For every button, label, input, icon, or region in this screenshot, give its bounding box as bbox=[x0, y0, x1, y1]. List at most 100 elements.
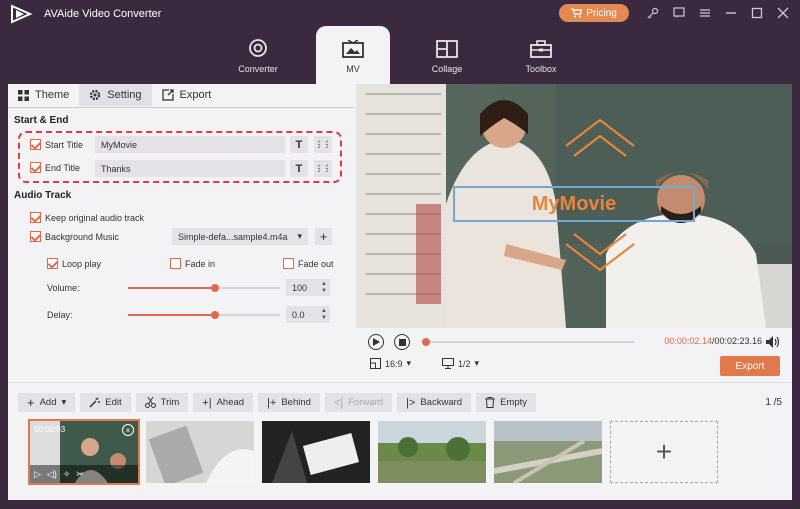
background-music-checkbox[interactable] bbox=[30, 231, 41, 242]
ahead-button[interactable]: +| Ahead bbox=[193, 393, 254, 412]
delay-label: Delay: bbox=[47, 310, 73, 320]
theme-icon bbox=[18, 89, 29, 101]
start-end-heading: Start & End bbox=[14, 115, 69, 126]
start-title-checkbox[interactable] bbox=[30, 139, 41, 150]
fade-out-row: Fade out bbox=[283, 258, 334, 269]
clip-thumbnail[interactable]: 00:00:03 × ▷ ◁) ✧ ✂ bbox=[28, 419, 140, 485]
feedback-icon[interactable] bbox=[670, 4, 688, 22]
start-title-row: Start Title bbox=[30, 139, 83, 150]
pricing-button[interactable]: Pricing bbox=[559, 4, 629, 22]
export-icon bbox=[161, 89, 174, 101]
clip-page-count: 1 /5 bbox=[765, 397, 782, 408]
subtab-theme[interactable]: Theme bbox=[8, 84, 79, 106]
subtab-setting[interactable]: Setting bbox=[79, 84, 152, 106]
clip-thumbnail[interactable] bbox=[146, 421, 254, 483]
mv-icon bbox=[342, 40, 364, 58]
clip-thumbnail[interactable] bbox=[262, 421, 370, 483]
volume-value: 100 bbox=[292, 282, 308, 293]
clip-play-icon[interactable]: ▷ bbox=[34, 469, 41, 480]
stop-icon bbox=[398, 338, 406, 346]
minimize-icon[interactable] bbox=[722, 4, 740, 22]
stop-button[interactable] bbox=[394, 334, 410, 350]
keep-original-checkbox[interactable] bbox=[30, 212, 41, 223]
clip-cut-icon[interactable]: ✂ bbox=[76, 469, 84, 480]
forward-label: Forward bbox=[348, 397, 384, 408]
maximize-icon[interactable] bbox=[748, 4, 766, 22]
clip-audio-icon[interactable]: ◁) bbox=[47, 469, 57, 480]
start-grid-icon[interactable]: ⋮⋮ bbox=[314, 136, 332, 153]
add-clip-button[interactable]: + bbox=[610, 421, 718, 483]
forward-button[interactable]: <| Forward bbox=[324, 393, 393, 412]
fade-out-label: Fade out bbox=[298, 258, 334, 269]
volume-spin-arrows[interactable]: ▲ ▼ bbox=[318, 279, 330, 296]
time-display: 00:00:02.14/00:02:23.16 bbox=[664, 336, 762, 346]
tab-mv[interactable]: MV bbox=[316, 26, 390, 84]
volume-slider[interactable] bbox=[128, 284, 280, 292]
plus-icon: + bbox=[655, 436, 673, 467]
add-music-button[interactable]: + bbox=[315, 228, 332, 245]
delay-slider[interactable] bbox=[128, 311, 280, 319]
play-icon bbox=[373, 338, 380, 346]
music-file-select[interactable]: Simple-defa...sample4.m4a ▾ bbox=[172, 228, 308, 245]
start-title-input[interactable]: MyMovie bbox=[95, 136, 285, 153]
aspect-ratio-select[interactable]: 16:9 ▾ bbox=[370, 358, 411, 369]
trash-icon bbox=[485, 397, 496, 408]
fade-out-checkbox[interactable] bbox=[283, 258, 294, 269]
tab-converter-label: Converter bbox=[238, 64, 278, 74]
end-title-label: End Title bbox=[45, 162, 81, 173]
fade-in-checkbox[interactable] bbox=[170, 258, 181, 269]
clip-effect-icon[interactable]: ✧ bbox=[63, 469, 71, 480]
tab-collage[interactable]: Collage bbox=[410, 30, 484, 84]
delay-slider-fill bbox=[128, 314, 215, 316]
tab-toolbox[interactable]: Toolbox bbox=[504, 30, 578, 84]
tab-converter[interactable]: Converter bbox=[221, 30, 295, 84]
close-icon[interactable] bbox=[774, 4, 792, 22]
remove-clip-icon[interactable]: × bbox=[122, 424, 134, 436]
timeline-knob[interactable] bbox=[422, 338, 431, 346]
loop-play-checkbox[interactable] bbox=[47, 258, 58, 269]
clip-image bbox=[494, 421, 602, 483]
delay-spin-arrows[interactable]: ▲ ▼ bbox=[318, 306, 330, 323]
volume-slider-knob[interactable] bbox=[210, 284, 219, 292]
behind-button[interactable]: |+ Behind bbox=[258, 393, 320, 412]
title-bar: AVAide Video Converter Pricing Converter… bbox=[0, 0, 800, 84]
delay-value: 0.0 bbox=[292, 309, 305, 320]
settings-panel: Theme Setting Export Start & End Start T… bbox=[8, 84, 354, 380]
behind-label: Behind bbox=[281, 397, 311, 408]
clip-thumbnail[interactable] bbox=[494, 421, 602, 483]
trim-label: Trim bbox=[160, 397, 180, 408]
key-icon[interactable] bbox=[644, 4, 662, 22]
subtab-divider bbox=[8, 107, 354, 108]
add-button[interactable]: + Add ▾ bbox=[18, 393, 76, 412]
start-text-style-icon[interactable]: T bbox=[290, 136, 308, 153]
end-title-checkbox[interactable] bbox=[30, 162, 41, 173]
timeline-panel: + Add ▾ Edit Trim +| Ahead |+ Behind <| bbox=[8, 382, 792, 500]
export-button[interactable]: Export bbox=[720, 356, 780, 376]
add-label: Add bbox=[39, 397, 57, 408]
play-button[interactable] bbox=[368, 334, 384, 350]
backward-button[interactable]: |> Backward bbox=[397, 393, 472, 412]
volume-icon[interactable] bbox=[766, 336, 780, 348]
trim-button[interactable]: Trim bbox=[135, 393, 189, 412]
loop-play-row: Loop play bbox=[47, 258, 101, 269]
background-music-label: Background Music bbox=[45, 231, 120, 242]
edit-button[interactable]: Edit bbox=[80, 393, 131, 412]
clip-thumbnail[interactable] bbox=[378, 421, 486, 483]
screen-select[interactable]: 1/2 ▾ bbox=[442, 358, 479, 369]
empty-button[interactable]: Empty bbox=[476, 393, 536, 412]
menu-icon[interactable] bbox=[696, 4, 714, 22]
delay-slider-knob[interactable] bbox=[210, 311, 219, 319]
end-text-style-icon[interactable]: T bbox=[290, 160, 308, 177]
music-file-value: Simple-defa...sample4.m4a bbox=[178, 231, 288, 242]
app-title: AVAide Video Converter bbox=[44, 8, 162, 20]
subtab-export[interactable]: Export bbox=[152, 84, 222, 106]
end-title-input[interactable]: Thanks bbox=[95, 160, 285, 177]
loop-play-label: Loop play bbox=[62, 258, 102, 269]
cart-icon bbox=[571, 8, 583, 18]
volume-stepper[interactable]: 100 ▲ ▼ bbox=[286, 279, 330, 296]
end-grid-icon[interactable]: ⋮⋮ bbox=[314, 160, 332, 177]
keep-original-label: Keep original audio track bbox=[45, 212, 145, 223]
delay-stepper[interactable]: 0.0 ▲ ▼ bbox=[286, 306, 330, 323]
timeline-slider[interactable] bbox=[422, 338, 634, 346]
start-title-label: Start Title bbox=[45, 139, 84, 150]
